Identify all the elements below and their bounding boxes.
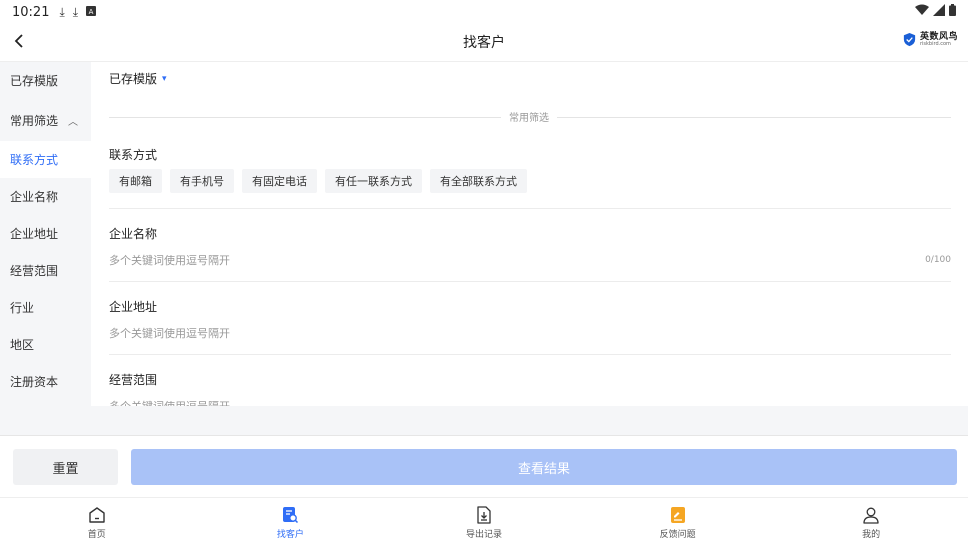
sidebar-item-common-filters[interactable]: 常用筛选 ︿ — [0, 99, 91, 141]
company-address-title: 企业地址 — [109, 300, 158, 314]
nav-export-records[interactable]: 导出记录 — [387, 499, 581, 545]
svg-text:A: A — [89, 8, 94, 16]
brand-logo: 英数风鸟 riskbird.com — [902, 32, 958, 47]
shield-icon — [903, 32, 916, 47]
chevron-up-icon: ︿ — [68, 116, 79, 128]
app-header: 找客户 英数风鸟 riskbird.com — [0, 24, 968, 62]
nav-label: 找客户 — [276, 529, 304, 540]
sidebar-item-label: 经营范围 — [10, 264, 59, 278]
chip-has-all-contacts[interactable]: 有全部联系方式 — [430, 169, 527, 193]
divider — [109, 281, 951, 282]
status-bar: 10:21 ⤓ ⤓ A — [0, 0, 968, 24]
business-scope-input[interactable]: 多个关键词使用逗号隔开 — [109, 395, 951, 406]
contact-section-title: 联系方式 — [109, 148, 158, 162]
company-address-placeholder: 多个关键词使用逗号隔开 — [109, 327, 230, 340]
nav-label: 首页 — [87, 529, 106, 540]
sidebar-item-label: 地区 — [10, 338, 35, 352]
sidebar-item-region[interactable]: 地区 — [0, 326, 91, 363]
sidebar-item-company-name[interactable]: 企业名称 — [0, 178, 91, 215]
signal-icon — [933, 4, 945, 20]
sidebar-item-label: 联系方式 — [10, 153, 59, 167]
sidebar-item-registered-capital[interactable]: 注册资本 — [0, 363, 91, 400]
battery-icon — [949, 4, 956, 20]
business-scope-placeholder: 多个关键词使用逗号隔开 — [109, 398, 230, 406]
sidebar-item-label: 企业地址 — [10, 227, 59, 241]
company-name-placeholder: 多个关键词使用逗号隔开 — [109, 254, 230, 267]
sidebar-item-company-address[interactable]: 企业地址 — [0, 215, 91, 252]
brand-url: riskbird.com — [919, 40, 951, 47]
sidebar-item-industry[interactable]: 行业 — [0, 289, 91, 326]
action-bar: 重置 查看结果 — [0, 436, 968, 498]
sidebar-item-label: 常用筛选 — [10, 113, 59, 128]
char-counter: 0/100 — [925, 255, 951, 265]
nav-label: 我的 — [862, 529, 881, 540]
sidebar-item-saved-templates[interactable]: 已存模版 — [0, 62, 91, 99]
company-address-input[interactable]: 多个关键词使用逗号隔开 — [109, 322, 951, 344]
company-name-input[interactable]: 多个关键词使用逗号隔开 0/100 — [109, 249, 951, 271]
status-time: 10:21 — [12, 4, 50, 20]
sidebar-item-label: 已存模版 — [10, 74, 59, 88]
sidebar-item-label: 行业 — [10, 301, 35, 315]
download-icon: ⤓ — [59, 4, 65, 19]
business-scope-title: 经营范围 — [109, 373, 158, 387]
sidebar-item-label: 注册资本 — [10, 375, 59, 389]
sidebar-item-business-scope[interactable]: 经营范围 — [0, 252, 91, 289]
nav-feedback[interactable]: 反馈问题 — [581, 499, 775, 545]
download-icon: ⤓ — [72, 4, 79, 19]
view-results-button[interactable]: 查看结果 — [131, 449, 957, 485]
nav-find-customer[interactable]: 找客户 — [194, 499, 388, 545]
contact-chip-group: 有邮箱 有手机号 有固定电话 有任一联系方式 有全部联系方式 — [109, 169, 527, 193]
divider — [109, 208, 951, 209]
notification-a-icon: A — [86, 5, 97, 20]
sidebar-item-label: 企业名称 — [10, 190, 59, 204]
panel-bottom-band — [0, 406, 968, 436]
section-divider-label: 常用筛选 — [501, 109, 557, 124]
page-title: 找客户 — [463, 35, 505, 51]
home-icon — [87, 505, 107, 525]
profile-icon — [861, 505, 881, 525]
export-record-icon — [474, 505, 494, 525]
chip-has-email[interactable]: 有邮箱 — [109, 169, 162, 193]
bottom-nav: 首页 找客户 导出记录 反馈问题 我的 — [0, 499, 968, 545]
saved-template-label: 已存模版 — [109, 72, 158, 86]
saved-template-dropdown[interactable]: 已存模版 ▾ — [109, 70, 167, 87]
chevron-down-icon: ▾ — [162, 73, 167, 84]
nav-profile[interactable]: 我的 — [774, 499, 968, 545]
sidebar-item-contact[interactable]: 联系方式 — [0, 141, 91, 178]
divider — [109, 354, 951, 355]
reset-button[interactable]: 重置 — [13, 449, 118, 485]
filter-sidebar: 已存模版 常用筛选 ︿ 联系方式 企业名称 企业地址 经营范围 行业 地区 注册… — [0, 62, 91, 406]
chip-has-landline[interactable]: 有固定电话 — [242, 169, 317, 193]
nav-label: 反馈问题 — [659, 529, 696, 540]
nav-home[interactable]: 首页 — [0, 499, 194, 545]
filter-panel: 已存模版 ▾ 常用筛选 联系方式 有邮箱 有手机号 有固定电话 有任一联系方式 … — [91, 62, 968, 406]
company-name-title: 企业名称 — [109, 227, 158, 241]
find-customer-icon — [280, 505, 300, 525]
chip-has-mobile[interactable]: 有手机号 — [170, 169, 234, 193]
feedback-icon — [668, 505, 688, 525]
nav-label: 导出记录 — [465, 529, 502, 540]
chip-has-any-contact[interactable]: 有任一联系方式 — [325, 169, 422, 193]
wifi-icon — [915, 4, 929, 20]
